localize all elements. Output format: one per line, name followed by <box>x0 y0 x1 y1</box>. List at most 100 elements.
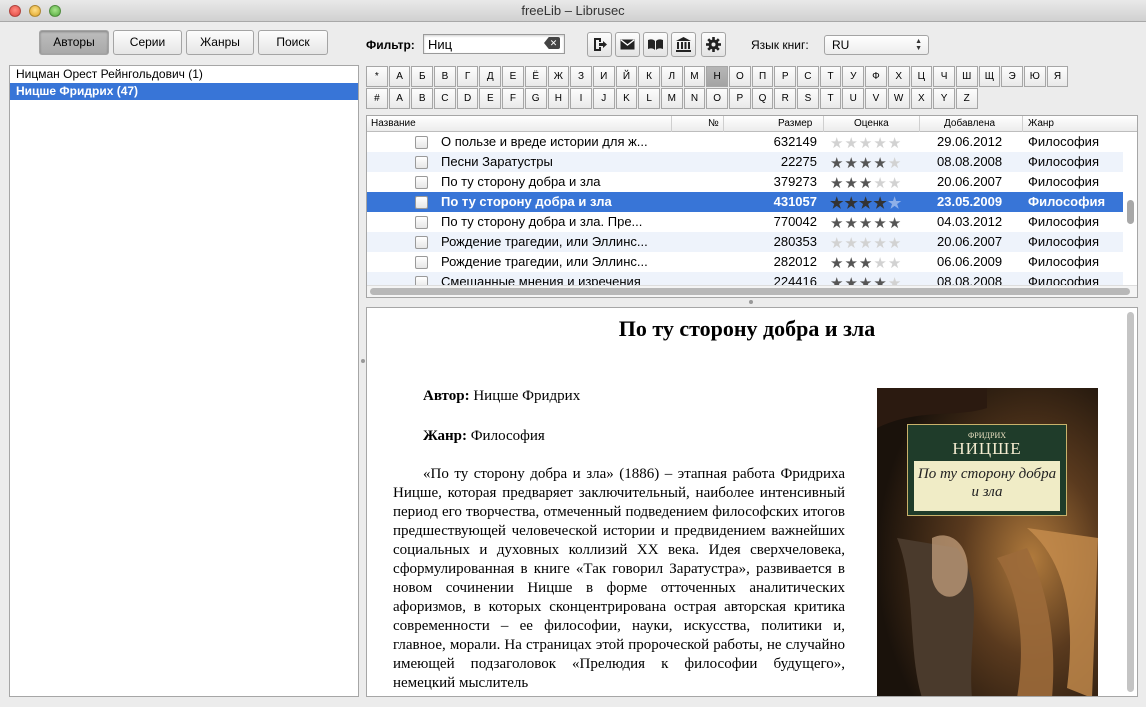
star-icon[interactable]: ★ <box>888 195 902 212</box>
letter-button[interactable]: Ц <box>910 66 933 87</box>
letter-button[interactable]: O <box>706 88 728 109</box>
letter-button[interactable]: Л <box>660 66 683 87</box>
authors-list[interactable]: Ницман Орест Рейнгольдович (1) Ницше Фрид… <box>9 65 359 697</box>
letter-button[interactable]: N <box>683 88 706 109</box>
star-icon[interactable]: ★ <box>873 235 887 252</box>
letter-button[interactable]: C <box>434 88 456 109</box>
book-row[interactable]: Рождение трагедии, или Эллинс... 282012 ★★… <box>367 252 1123 272</box>
book-row[interactable]: По ту сторону добра и зла. Пре... 770042 ★… <box>367 212 1123 232</box>
book-row[interactable]: По ту сторону добра и зла 431057 ★★★★★ 23.0… <box>367 192 1123 212</box>
star-icon[interactable]: ★ <box>888 155 902 172</box>
book-rating-stars[interactable]: ★★★★★ <box>830 194 902 212</box>
letter-button[interactable]: Х <box>887 66 910 87</box>
tab-series[interactable]: Серии <box>113 30 182 55</box>
book-rating-stars[interactable]: ★★★★★ <box>830 254 902 272</box>
letter-button[interactable]: Е <box>502 66 524 87</box>
book-checkbox[interactable] <box>415 176 428 189</box>
letter-button[interactable]: Ю <box>1023 66 1046 87</box>
letter-button[interactable]: W <box>887 88 910 109</box>
star-icon[interactable]: ★ <box>859 235 873 252</box>
star-icon[interactable]: ★ <box>888 235 902 252</box>
star-icon[interactable]: ★ <box>873 175 887 192</box>
settings-button[interactable] <box>701 32 726 57</box>
library-button[interactable] <box>671 32 696 57</box>
letter-button[interactable]: А <box>388 66 411 87</box>
horizontal-splitter-handle[interactable] <box>749 300 753 304</box>
book-checkbox[interactable] <box>415 236 428 249</box>
letter-button[interactable]: Э <box>1001 66 1023 87</box>
letter-button[interactable]: Й <box>615 66 638 87</box>
book-row[interactable]: По ту сторону добра и зла 379273 ★★★★★ 20.0… <box>367 172 1123 192</box>
letter-button[interactable]: # <box>366 88 388 109</box>
star-icon[interactable]: ★ <box>888 215 902 232</box>
letter-button[interactable]: Y <box>933 88 955 109</box>
letter-button[interactable]: G <box>524 88 547 109</box>
letter-button[interactable]: * <box>366 66 388 87</box>
book-row[interactable]: О пользе и вреде истории для ж... 632149 ★… <box>367 132 1123 152</box>
star-icon[interactable]: ★ <box>859 195 873 212</box>
column-header-title[interactable]: Название <box>371 118 416 129</box>
letter-button[interactable]: Н <box>706 66 728 87</box>
language-select[interactable]: RU ▲ ▼ <box>824 35 929 55</box>
letter-button[interactable]: D <box>456 88 479 109</box>
book-row[interactable]: Песни Заратустры 22275 ★★★★★ 08.08.2008 Фило… <box>367 152 1123 172</box>
star-icon[interactable]: ★ <box>844 175 858 192</box>
column-header-genre[interactable]: Жанр <box>1028 118 1054 129</box>
letter-button[interactable]: Я <box>1046 66 1069 87</box>
book-rating-stars[interactable]: ★★★★★ <box>830 234 902 252</box>
star-icon[interactable]: ★ <box>888 175 902 192</box>
letter-button[interactable]: B <box>411 88 434 109</box>
star-icon[interactable]: ★ <box>873 255 887 272</box>
star-icon[interactable]: ★ <box>859 135 873 152</box>
books-horizontal-scroll-thumb[interactable] <box>370 288 1130 295</box>
letter-button[interactable]: В <box>434 66 456 87</box>
letter-button[interactable]: Г <box>456 66 479 87</box>
letter-button[interactable]: Щ <box>978 66 1001 87</box>
star-icon[interactable]: ★ <box>830 155 844 172</box>
tab-genres[interactable]: Жанры <box>186 30 254 55</box>
vertical-splitter-handle[interactable] <box>361 359 365 363</box>
letter-button[interactable]: R <box>774 88 797 109</box>
star-icon[interactable]: ★ <box>873 135 887 152</box>
star-icon[interactable]: ★ <box>830 235 844 252</box>
column-header-added[interactable]: Добавлена <box>944 118 995 129</box>
star-icon[interactable]: ★ <box>859 215 873 232</box>
book-checkbox[interactable] <box>415 256 428 269</box>
books-horizontal-scrollbar[interactable] <box>367 285 1137 297</box>
letter-button[interactable]: Ф <box>865 66 887 87</box>
star-icon[interactable]: ★ <box>844 215 858 232</box>
star-icon[interactable]: ★ <box>859 255 873 272</box>
open-book-button[interactable] <box>643 32 668 57</box>
author-list-item[interactable]: Ницше Фридрих (47) <box>10 83 358 100</box>
letter-button[interactable]: Ш <box>955 66 978 87</box>
letter-button[interactable]: E <box>479 88 502 109</box>
column-header-rating[interactable]: Оценка <box>854 118 889 129</box>
letter-button[interactable]: Q <box>751 88 774 109</box>
book-rating-stars[interactable]: ★★★★★ <box>830 174 902 192</box>
letter-button[interactable]: Д <box>479 66 502 87</box>
letter-button[interactable]: F <box>502 88 524 109</box>
letter-button[interactable]: С <box>797 66 819 87</box>
letter-button[interactable]: U <box>842 88 865 109</box>
star-icon[interactable]: ★ <box>844 195 858 212</box>
email-button[interactable] <box>615 32 640 57</box>
letter-button[interactable]: L <box>638 88 660 109</box>
column-header-size[interactable]: Размер <box>778 118 812 129</box>
book-rating-stars[interactable]: ★★★★★ <box>830 134 902 152</box>
books-vertical-scrollbar[interactable] <box>1127 200 1134 224</box>
letter-button[interactable]: Ж <box>547 66 570 87</box>
star-icon[interactable]: ★ <box>888 255 902 272</box>
star-icon[interactable]: ★ <box>859 155 873 172</box>
letter-button[interactable]: П <box>751 66 774 87</box>
star-icon[interactable]: ★ <box>830 195 844 212</box>
star-icon[interactable]: ★ <box>830 175 844 192</box>
letter-button[interactable]: X <box>910 88 933 109</box>
letter-button[interactable]: K <box>615 88 638 109</box>
star-icon[interactable]: ★ <box>873 215 887 232</box>
book-checkbox[interactable] <box>415 156 428 169</box>
column-header-number[interactable]: № <box>708 118 719 129</box>
star-icon[interactable]: ★ <box>873 155 887 172</box>
letter-button[interactable]: О <box>729 66 751 87</box>
tab-search[interactable]: Поиск <box>258 30 328 55</box>
book-checkbox[interactable] <box>415 136 428 149</box>
